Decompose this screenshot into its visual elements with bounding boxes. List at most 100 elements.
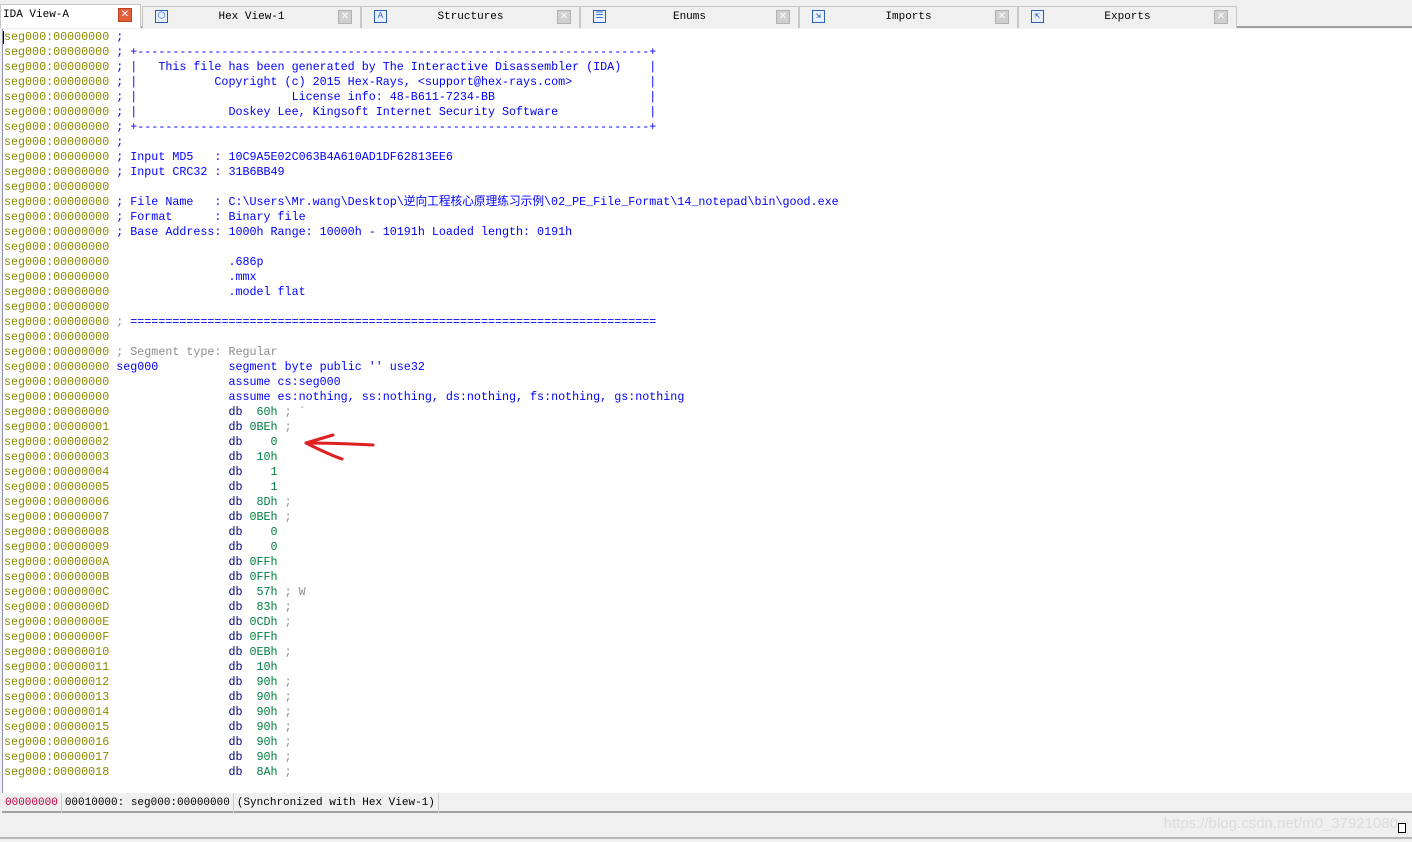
listing-line[interactable]: seg000:00000000 ; | Copyright (c) 2015 H… — [4, 75, 839, 90]
close-icon[interactable]: ✕ — [338, 10, 352, 24]
listing-line[interactable]: seg000:00000000 db 60h ; ` — [4, 405, 839, 420]
listing-line[interactable]: seg000:00000000 .686p — [4, 255, 839, 270]
listing-line[interactable]: seg000:00000000 ; Base Address: 1000h Ra… — [4, 225, 839, 240]
line-address: seg000:0000000A — [4, 555, 110, 569]
listing-line[interactable]: seg000:00000013 db 90h ; — [4, 690, 839, 705]
close-icon[interactable]: ✕ — [557, 10, 571, 24]
listing-line[interactable]: seg000:00000000 ; | License info: 48-B61… — [4, 90, 839, 105]
listing-line[interactable]: seg000:00000000 assume es:nothing, ss:no… — [4, 390, 839, 405]
line-text: 57h — [242, 585, 278, 599]
listing-line[interactable]: seg000:00000002 db 0 — [4, 435, 839, 450]
listing-line[interactable]: seg000:00000000 ; — [4, 135, 839, 150]
listing-line[interactable]: seg000:00000014 db 90h ; — [4, 705, 839, 720]
listing-line[interactable]: seg000:0000000A db 0FFh — [4, 555, 839, 570]
listing-line[interactable]: seg000:00000000 ; Segment type: Regular — [4, 345, 839, 360]
line-address: seg000:00000000 — [4, 150, 110, 164]
line-text: 10h — [242, 660, 278, 674]
line-text: ; — [277, 750, 292, 764]
tab-imports[interactable]: ⇲ Imports ✕ — [799, 6, 1018, 28]
listing-line[interactable]: seg000:00000000 — [4, 300, 839, 315]
close-icon[interactable]: ✕ — [1214, 10, 1228, 24]
listing-line[interactable]: seg000:00000000 — [4, 180, 839, 195]
tab-enums[interactable]: ☰ Enums ✕ — [580, 6, 799, 28]
line-address: seg000:00000011 — [4, 660, 110, 674]
listing-line[interactable]: seg000:00000000 ; +---------------------… — [4, 45, 839, 60]
listing-line[interactable]: seg000:00000000 ; | Doskey Lee, Kingsoft… — [4, 105, 839, 120]
listing-line[interactable]: seg000:00000000 ; | This file has been g… — [4, 60, 839, 75]
line-text: 83h — [242, 600, 278, 614]
line-text: db — [109, 555, 243, 569]
line-address: seg000:00000010 — [4, 645, 110, 659]
listing-line[interactable]: seg000:00000000 .mmx — [4, 270, 839, 285]
listing-line[interactable]: seg000:00000000 — [4, 240, 839, 255]
line-address: seg000:00000000 — [4, 45, 110, 59]
disassembly-view[interactable]: seg000:00000000 ; seg000:00000000 ; +----… — [2, 29, 1412, 793]
line-text: assume es:nothing, ss:nothing, ds:nothin… — [109, 390, 685, 404]
disassembly-listing: seg000:00000000 ; seg000:00000000 ; +----… — [4, 30, 839, 780]
listing-line[interactable]: seg000:00000000 ; ======================… — [4, 315, 839, 330]
listing-line[interactable]: seg000:00000009 db 0 — [4, 540, 839, 555]
line-address: seg000:00000003 — [4, 450, 110, 464]
line-text: 8Ah — [242, 765, 278, 779]
tab-structures[interactable]: A Structures ✕ — [361, 6, 580, 28]
line-text: ; ` — [277, 405, 306, 419]
tab-hex-view-1[interactable]: ⬡ Hex View-1 ✕ — [142, 6, 361, 28]
listing-line[interactable]: seg000:00000011 db 10h — [4, 660, 839, 675]
tab-label: Exports — [1104, 11, 1151, 23]
listing-line[interactable]: seg000:00000015 db 90h ; — [4, 720, 839, 735]
line-text: ; — [277, 735, 292, 749]
line-text: ; — [277, 420, 292, 434]
line-text: 0 — [242, 525, 278, 539]
tab-exports[interactable]: ⇱ Exports ✕ — [1018, 6, 1237, 28]
listing-line[interactable]: seg000:00000005 db 1 — [4, 480, 839, 495]
listing-line[interactable]: seg000:00000007 db 0BEh ; — [4, 510, 839, 525]
line-address: seg000:0000000F — [4, 630, 110, 644]
listing-line[interactable]: seg000:00000006 db 8Dh ; — [4, 495, 839, 510]
line-text: 90h — [242, 720, 278, 734]
listing-line[interactable]: seg000:00000003 db 10h — [4, 450, 839, 465]
listing-line[interactable]: seg000:0000000B db 0FFh — [4, 570, 839, 585]
close-icon[interactable]: ✕ — [118, 8, 132, 22]
listing-line[interactable]: seg000:00000018 db 8Ah ; — [4, 765, 839, 780]
listing-line[interactable]: seg000:00000008 db 0 — [4, 525, 839, 540]
listing-line[interactable]: seg000:00000001 db 0BEh ; — [4, 420, 839, 435]
line-text: db — [109, 630, 243, 644]
line-text: ; — [277, 675, 292, 689]
line-address: seg000:00000000 — [4, 345, 110, 359]
close-icon[interactable]: ✕ — [995, 10, 1009, 24]
resize-grip-icon[interactable] — [1398, 823, 1406, 833]
listing-line[interactable]: seg000:0000000E db 0CDh ; — [4, 615, 839, 630]
line-address: seg000:00000000 — [4, 270, 110, 284]
listing-line[interactable]: seg000:0000000C db 57h ; W — [4, 585, 839, 600]
listing-line[interactable]: seg000:00000016 db 90h ; — [4, 735, 839, 750]
line-address: seg000:0000000E — [4, 615, 110, 629]
listing-line[interactable]: seg000:00000000 ; Input MD5 : 10C9A5E02C… — [4, 150, 839, 165]
line-text: 90h — [242, 705, 278, 719]
line-text: segment byte public '' use32 — [158, 360, 425, 374]
line-address: seg000:00000000 — [4, 30, 110, 44]
listing-line[interactable]: seg000:00000000 assume cs:seg000 — [4, 375, 839, 390]
line-text: 90h — [242, 690, 278, 704]
listing-line[interactable]: seg000:00000000 ; Input CRC32 : 31B6BB49 — [4, 165, 839, 180]
listing-line[interactable]: seg000:00000012 db 90h ; — [4, 675, 839, 690]
listing-line[interactable]: seg000:00000000 ; — [4, 30, 839, 45]
line-address: seg000:00000004 — [4, 465, 110, 479]
listing-line[interactable]: seg000:0000000F db 0FFh — [4, 630, 839, 645]
line-address: seg000:00000000 — [4, 210, 110, 224]
status-offset: 00000000 — [2, 793, 62, 813]
listing-line[interactable]: seg000:00000000 ; File Name : C:\Users\M… — [4, 195, 839, 210]
line-text: db — [109, 615, 243, 629]
listing-line[interactable]: seg000:00000000 — [4, 330, 839, 345]
listing-line[interactable]: seg000:00000004 db 1 — [4, 465, 839, 480]
listing-line[interactable]: seg000:00000000 ; +---------------------… — [4, 120, 839, 135]
close-icon[interactable]: ✕ — [776, 10, 790, 24]
listing-line[interactable]: seg000:0000000D db 83h ; — [4, 600, 839, 615]
line-address: seg000:00000000 — [4, 195, 110, 209]
listing-line[interactable]: seg000:00000010 db 0EBh ; — [4, 645, 839, 660]
listing-line[interactable]: seg000:00000000 ; Format : Binary file — [4, 210, 839, 225]
listing-line[interactable]: seg000:00000000 seg000 segment byte publ… — [4, 360, 839, 375]
listing-line[interactable]: seg000:00000017 db 90h ; — [4, 750, 839, 765]
listing-line[interactable]: seg000:00000000 .model flat — [4, 285, 839, 300]
line-text: ; Input CRC32 : 31B6BB49 — [109, 165, 285, 179]
tab-ida-view-a[interactable]: IDA View-A ✕ — [0, 4, 141, 28]
